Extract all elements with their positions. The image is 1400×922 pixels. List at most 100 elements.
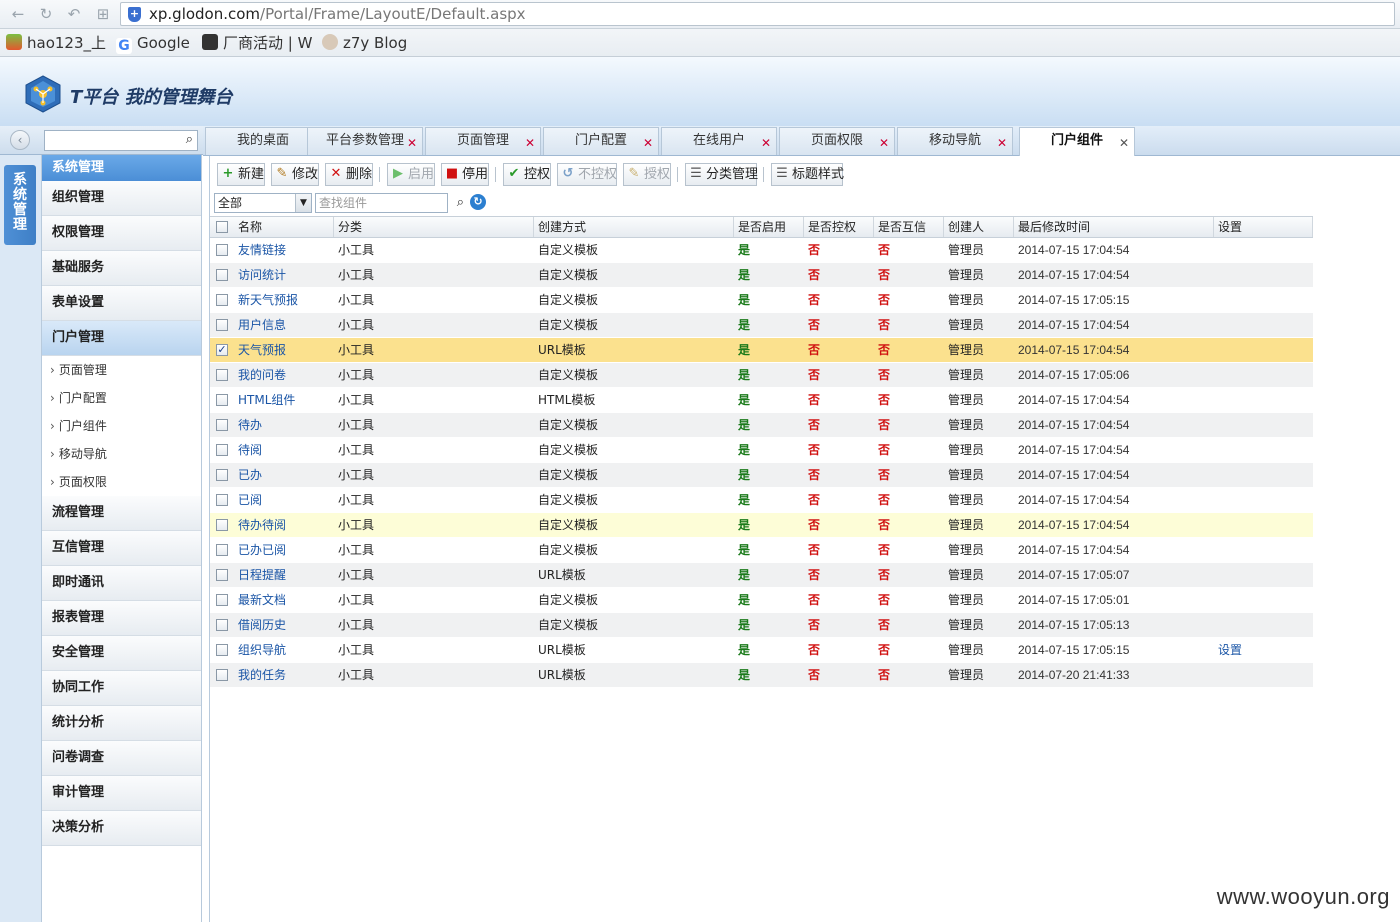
cell-settings[interactable] [1214, 438, 1313, 462]
control-button[interactable]: ✔ 控权 [503, 163, 551, 186]
cell-settings[interactable] [1214, 588, 1313, 612]
disable-button[interactable]: ■ 停用 [441, 163, 489, 186]
undo-icon[interactable]: ↶ [64, 5, 84, 23]
uncontrol-button[interactable]: ↺ 不控权 [557, 163, 617, 186]
table-row[interactable]: ✓ 天气预报 小工具 URL模板 是 否 否 管理员 2014-07-15 17:04:54 [210, 338, 1313, 363]
edit-button[interactable]: ✎ 修改 [271, 163, 319, 186]
table-row[interactable]: 最新文档 小工具 自定义模板 是 否 否 管理员 2014-07-15 17:05:01 [210, 588, 1313, 613]
bookmark-vendor[interactable]: 厂商活动 | W [202, 33, 312, 53]
bookmark-hao123[interactable]: hao123_上 [6, 33, 106, 53]
col-category[interactable]: 分类 [334, 217, 534, 237]
cell-name[interactable]: 待阅 [234, 438, 334, 462]
sidebar-item-form[interactable]: 表单设置 [42, 286, 201, 321]
delete-button[interactable]: ✕ 删除 [325, 163, 373, 186]
tab-portal-config[interactable]: 门户配置 ✕ [543, 127, 659, 155]
cell-settings[interactable]: 设置 [1214, 638, 1313, 662]
sidebar-subitem-portal-config[interactable]: 门户配置 [42, 384, 201, 412]
cell-settings[interactable] [1214, 238, 1313, 262]
authorize-button[interactable]: ✎ 授权 [623, 163, 671, 186]
cell-name[interactable]: 我的问卷 [234, 363, 334, 387]
sidebar-item-survey[interactable]: 问卷调查 [42, 741, 201, 776]
row-checkbox[interactable] [216, 544, 228, 556]
sidebar-search-input[interactable]: ⌕ [44, 130, 198, 151]
tab-mobile-nav[interactable]: 移动导航 ✕ [897, 127, 1013, 155]
sidebar-item-stats[interactable]: 统计分析 [42, 706, 201, 741]
cell-settings[interactable] [1214, 338, 1313, 362]
tab-page-permission[interactable]: 页面权限 ✕ [779, 127, 895, 155]
tab-online-users[interactable]: 在线用户 ✕ [661, 127, 777, 155]
col-creator[interactable]: 创建人 [944, 217, 1014, 237]
cell-name[interactable]: 最新文档 [234, 588, 334, 612]
close-icon[interactable]: ✕ [1119, 137, 1129, 149]
cell-name[interactable]: 借阅历史 [234, 613, 334, 637]
table-row[interactable]: 已办已阅 小工具 自定义模板 是 否 否 管理员 2014-07-15 17:04:54 [210, 538, 1313, 563]
cell-name[interactable]: 组织导航 [234, 638, 334, 662]
table-row[interactable]: HTML组件 小工具 HTML模板 是 否 否 管理员 2014-07-15 17:04:54 [210, 388, 1313, 413]
row-checkbox[interactable] [216, 669, 228, 681]
cell-name[interactable]: 待办待阅 [234, 513, 334, 537]
search-icon[interactable]: ⌕ [457, 194, 464, 212]
table-row[interactable]: 新天气预报 小工具 自定义模板 是 否 否 管理员 2014-07-15 17:05:15 [210, 288, 1313, 313]
sidebar-item-im[interactable]: 即时通讯 [42, 566, 201, 601]
row-checkbox[interactable] [216, 494, 228, 506]
collapse-left-icon[interactable]: ‹ [10, 130, 30, 150]
table-row[interactable]: 访问统计 小工具 自定义模板 是 否 否 管理员 2014-07-15 17:04:54 [210, 263, 1313, 288]
row-checkbox[interactable] [216, 419, 228, 431]
grid-icon[interactable]: ⊞ [93, 5, 113, 23]
close-icon[interactable]: ✕ [525, 137, 535, 149]
cell-name[interactable]: 访问统计 [234, 263, 334, 287]
new-button[interactable]: + 新建 [217, 163, 265, 186]
select-all-checkbox[interactable] [216, 221, 228, 233]
sidebar-subitem-page[interactable]: 页面管理 [42, 356, 201, 384]
cell-name[interactable]: 已办 [234, 463, 334, 487]
row-checkbox[interactable] [216, 294, 228, 306]
close-icon[interactable]: ✕ [997, 137, 1007, 149]
table-row[interactable]: 已办 小工具 自定义模板 是 否 否 管理员 2014-07-15 17:04:54 [210, 463, 1313, 488]
search-icon[interactable]: ⌕ [186, 132, 193, 147]
row-checkbox[interactable] [216, 269, 228, 281]
cell-settings[interactable] [1214, 313, 1313, 337]
chevron-down-icon[interactable]: ▼ [295, 194, 311, 212]
cell-settings[interactable] [1214, 413, 1313, 437]
cell-settings[interactable] [1214, 363, 1313, 387]
component-search-input[interactable]: 查找组件 ⌕ [315, 193, 464, 213]
cell-name[interactable]: 日程提醒 [234, 563, 334, 587]
tab-platform-params[interactable]: 平台参数管理 ✕ [307, 127, 423, 155]
cell-settings[interactable] [1214, 463, 1313, 487]
col-enabled[interactable]: 是否启用 [734, 217, 804, 237]
sidebar-subitem-mobile-nav[interactable]: 移动导航 [42, 440, 201, 468]
tab-page-management[interactable]: 页面管理 ✕ [425, 127, 541, 155]
sidebar-subitem-page-permission[interactable]: 页面权限 [42, 468, 201, 496]
cell-settings[interactable] [1214, 513, 1313, 537]
sidebar-item-security[interactable]: 安全管理 [42, 636, 201, 671]
col-name[interactable]: 名称 [234, 217, 334, 237]
tab-desktop[interactable]: 我的桌面 [205, 127, 321, 155]
close-icon[interactable]: ✕ [879, 137, 889, 149]
category-button[interactable]: ☰ 分类管理 [685, 163, 758, 186]
sidebar-item-trust[interactable]: 互信管理 [42, 531, 201, 566]
table-row[interactable]: 待阅 小工具 自定义模板 是 否 否 管理员 2014-07-15 17:04:54 [210, 438, 1313, 463]
table-row[interactable]: 日程提醒 小工具 URL模板 是 否 否 管理员 2014-07-15 17:05:07 [210, 563, 1313, 588]
reload-icon[interactable]: ↻ [36, 5, 56, 23]
close-icon[interactable]: ✕ [407, 137, 417, 149]
row-checkbox[interactable] [216, 569, 228, 581]
cell-name[interactable]: 新天气预报 [234, 288, 334, 312]
table-row[interactable]: 借阅历史 小工具 自定义模板 是 否 否 管理员 2014-07-15 17:05:13 [210, 613, 1313, 638]
table-row[interactable]: 待办 小工具 自定义模板 是 否 否 管理员 2014-07-15 17:04:54 [210, 413, 1313, 438]
table-row[interactable]: 已阅 小工具 自定义模板 是 否 否 管理员 2014-07-15 17:04:54 [210, 488, 1313, 513]
table-row[interactable]: 我的问卷 小工具 自定义模板 是 否 否 管理员 2014-07-15 17:05:06 [210, 363, 1313, 388]
col-modified[interactable]: 最后修改时间 [1014, 217, 1214, 237]
col-controlled[interactable]: 是否控权 [804, 217, 874, 237]
cell-settings[interactable] [1214, 663, 1313, 687]
cell-name[interactable]: 友情链接 [234, 238, 334, 262]
cell-settings[interactable] [1214, 388, 1313, 412]
cell-settings[interactable] [1214, 263, 1313, 287]
row-checkbox[interactable] [216, 319, 228, 331]
back-icon[interactable]: ← [8, 5, 28, 23]
vertical-tab-system[interactable]: 系统管理 [4, 165, 36, 245]
sidebar-item-audit[interactable]: 审计管理 [42, 776, 201, 811]
row-checkbox[interactable] [216, 594, 228, 606]
col-settings[interactable]: 设置 [1214, 217, 1313, 237]
close-icon[interactable]: ✕ [643, 137, 653, 149]
table-row[interactable]: 待办待阅 小工具 自定义模板 是 否 否 管理员 2014-07-15 17:04:54 [210, 513, 1313, 538]
